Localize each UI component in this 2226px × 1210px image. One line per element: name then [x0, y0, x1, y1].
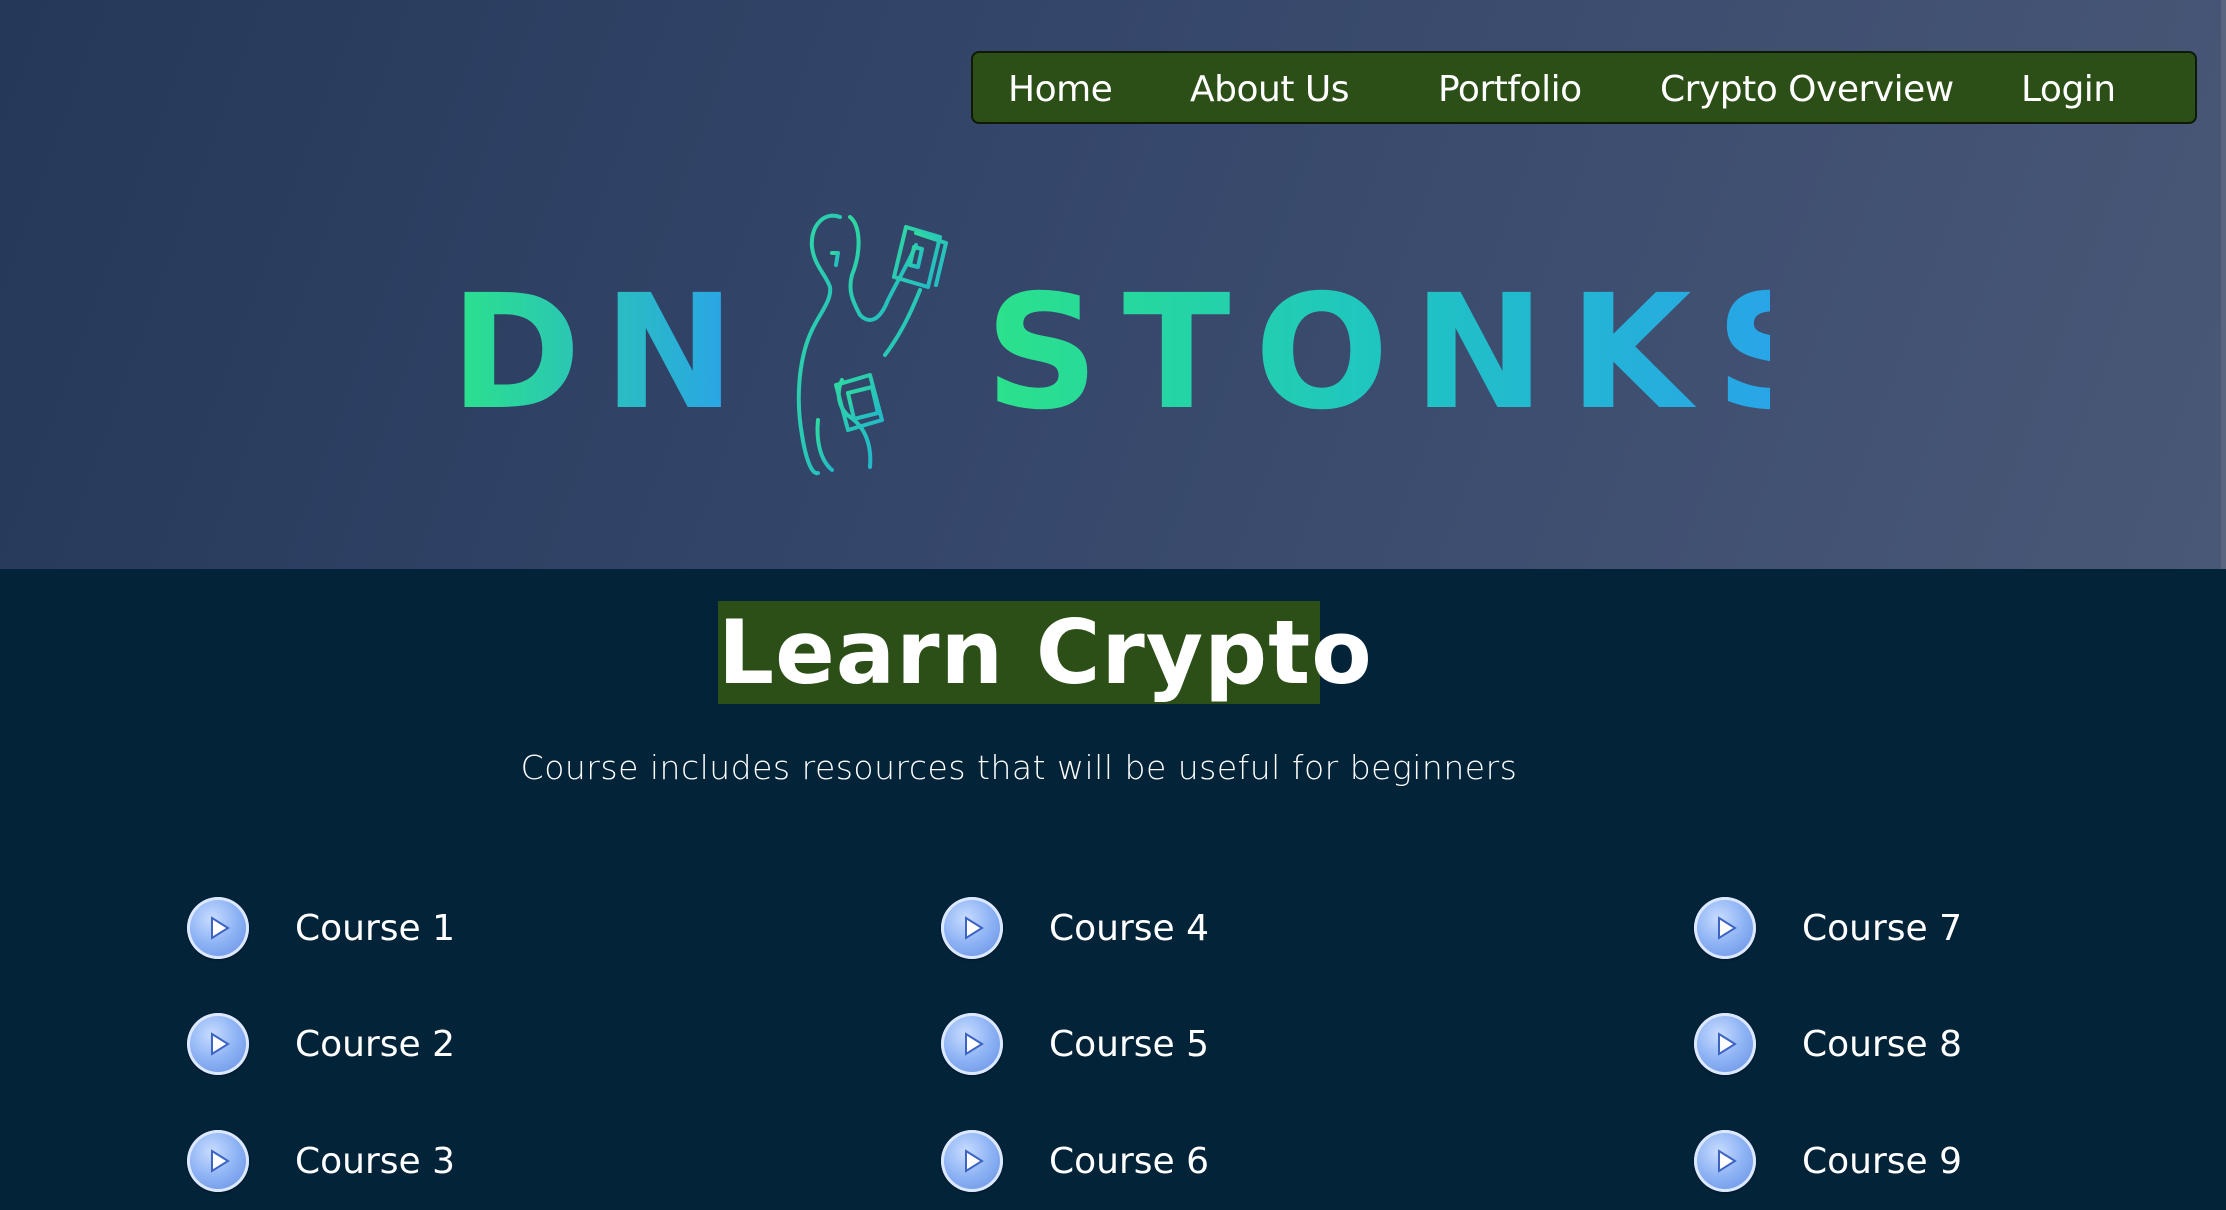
course-label: Course 6 [1049, 1140, 1210, 1182]
page-title: Learn Crypto [718, 601, 1373, 704]
course-link-4[interactable]: Course 4 [941, 896, 1209, 960]
course-link-2[interactable]: Course 2 [187, 1012, 455, 1076]
logo: DN STONKS [450, 213, 1770, 476]
course-label: Course 4 [1049, 907, 1210, 949]
course-link-9[interactable]: Course 9 [1694, 1129, 1962, 1193]
course-link-3[interactable]: Course 3 [187, 1129, 455, 1193]
course-link-7[interactable]: Course 7 [1694, 896, 1962, 960]
course-label: Course 1 [295, 907, 456, 949]
play-icon [941, 897, 1003, 959]
play-icon [1694, 897, 1756, 959]
nav-crypto-overview[interactable]: Crypto Overview [1660, 53, 1954, 126]
play-icon [1694, 1130, 1756, 1192]
play-icon [187, 897, 249, 959]
logo-text-stonks: STONKS [985, 261, 1770, 445]
play-icon [187, 1013, 249, 1075]
course-label: Course 8 [1802, 1023, 1963, 1065]
nav-login[interactable]: Login [2021, 53, 2116, 126]
play-icon [941, 1130, 1003, 1192]
scrollbar-edge [2221, 0, 2226, 569]
play-icon [1694, 1013, 1756, 1075]
course-label: Course 5 [1049, 1023, 1210, 1065]
nav-about-us[interactable]: About Us [1190, 53, 1349, 126]
course-label: Course 7 [1802, 907, 1963, 949]
page-subtitle: Course includes resources that will be u… [520, 748, 1518, 787]
person-holding-cards-icon [796, 213, 948, 476]
nav-portfolio[interactable]: Portfolio [1438, 53, 1582, 126]
logo-text-dn: DN [450, 261, 757, 445]
course-label: Course 3 [295, 1140, 456, 1182]
course-link-5[interactable]: Course 5 [941, 1012, 1209, 1076]
course-link-8[interactable]: Course 8 [1694, 1012, 1962, 1076]
nav-home[interactable]: Home [1008, 53, 1113, 126]
play-icon [941, 1013, 1003, 1075]
course-label: Course 9 [1802, 1140, 1963, 1182]
course-link-6[interactable]: Course 6 [941, 1129, 1209, 1193]
course-link-1[interactable]: Course 1 [187, 896, 455, 960]
course-label: Course 2 [295, 1023, 456, 1065]
main-nav: Home About Us Portfolio Crypto Overview … [971, 51, 2197, 124]
play-icon [187, 1130, 249, 1192]
